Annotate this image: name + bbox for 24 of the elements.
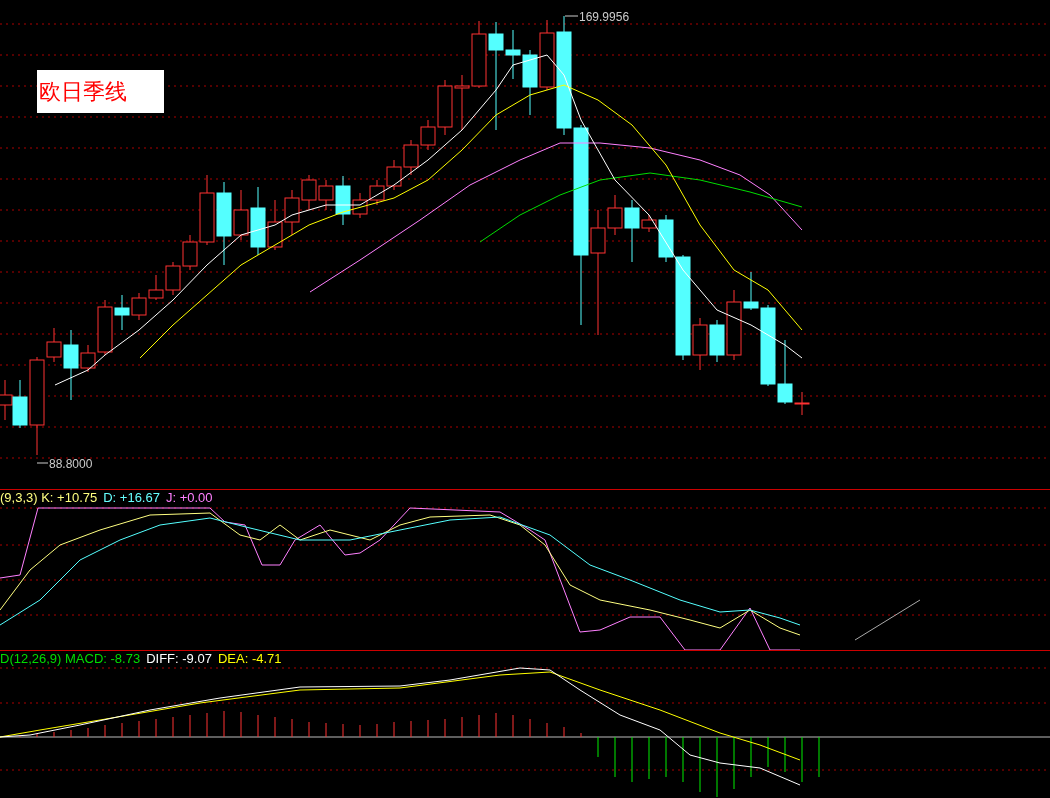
- indicator-value: D: +16.67: [103, 491, 160, 505]
- indicator-value: DEA: -4.71: [217, 652, 282, 666]
- indicator-value: DIFF: -9.07: [146, 652, 212, 666]
- candlestick: [131, 292, 147, 321]
- leader-line: [36, 462, 49, 464]
- candlestick: [267, 199, 283, 251]
- candlestick: [148, 274, 164, 301]
- low-price-label: 88.8000: [49, 456, 93, 473]
- candlestick: [403, 139, 419, 176]
- indicator-value: (9,3,3) K: +10.75: [0, 491, 98, 505]
- chart-title: 欧日季线: [37, 70, 164, 113]
- indicator-value: D(12,26,9) MACD: -8.73: [0, 652, 141, 666]
- candlestick: [369, 179, 385, 206]
- high-price-label: 169.9956: [579, 9, 630, 26]
- trend-line: [854, 599, 921, 641]
- candlestick: [250, 186, 266, 256]
- candlestick: [522, 49, 538, 116]
- indicator-value: J: +0.00: [165, 491, 213, 505]
- candlestick: [454, 74, 470, 131]
- leader-line: [564, 15, 579, 17]
- candlestick: [165, 261, 181, 296]
- candlestick: [284, 189, 300, 236]
- candlestick: [301, 174, 317, 211]
- candlestick: [386, 159, 402, 191]
